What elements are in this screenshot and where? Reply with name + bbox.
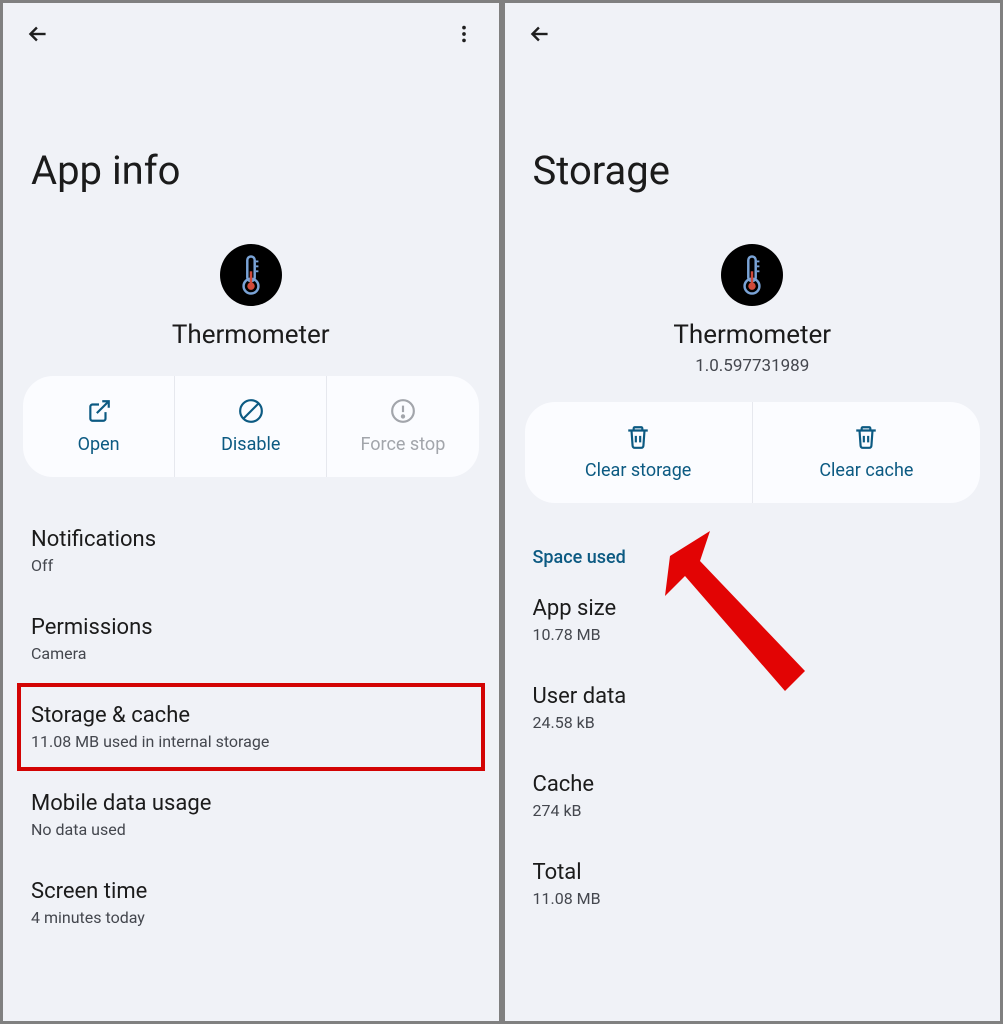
item-subtitle: 274 kB [533,801,973,820]
item-subtitle: 10.78 MB [533,625,973,644]
app-name: Thermometer [673,320,831,350]
item-title: Total [533,860,973,885]
item-title: Notifications [31,527,471,552]
item-subtitle: 11.08 MB [533,889,973,908]
section-label: Space used [505,533,1001,576]
app-header: Thermometer 1.0.597731989 [505,244,1001,376]
topbar [3,3,499,57]
item-title: Cache [533,772,973,797]
item-title: App size [533,596,973,621]
open-label: Open [78,434,120,455]
force-stop-label: Force stop [361,434,446,455]
open-button[interactable]: Open [23,376,174,477]
item-subtitle: 24.58 kB [533,713,973,732]
page-title: Storage [505,57,1001,214]
back-arrow-icon[interactable] [25,21,51,47]
screen-time-item[interactable]: Screen time 4 minutes today [31,859,471,947]
notifications-item[interactable]: Notifications Off [31,507,471,595]
action-row: Clear storage Clear cache [525,402,981,503]
item-title: Storage & cache [31,703,471,728]
clear-cache-button[interactable]: Clear cache [752,402,980,503]
app-info-panel: App info Thermometer Open Disable Force … [0,0,502,1024]
topbar [505,3,1001,57]
item-subtitle: Off [31,556,471,575]
settings-list: Notifications Off Permissions Camera Sto… [3,507,499,947]
permissions-item[interactable]: Permissions Camera [31,595,471,683]
item-title: Screen time [31,879,471,904]
storage-cache-item[interactable]: Storage & cache 11.08 MB used in interna… [17,683,485,771]
action-row: Open Disable Force stop [23,376,479,477]
thermometer-app-icon [220,244,282,306]
app-version: 1.0.597731989 [695,356,809,376]
item-subtitle: 11.08 MB used in internal storage [31,732,471,751]
page-title: App info [3,57,499,214]
back-arrow-icon[interactable] [527,21,553,47]
more-options-icon[interactable] [451,21,477,47]
force-stop-button: Force stop [326,376,478,477]
storage-list: App size 10.78 MB User data 24.58 kB Cac… [505,576,1001,928]
disable-label: Disable [221,434,280,455]
clear-storage-label: Clear storage [585,460,691,481]
mobile-data-item[interactable]: Mobile data usage No data used [31,771,471,859]
cache-item: Cache 274 kB [533,752,973,840]
item-title: Permissions [31,615,471,640]
item-title: Mobile data usage [31,791,471,816]
app-name: Thermometer [172,320,330,350]
item-subtitle: No data used [31,820,471,839]
thermometer-app-icon [721,244,783,306]
total-item: Total 11.08 MB [533,840,973,928]
item-subtitle: Camera [31,644,471,663]
item-subtitle: 4 minutes today [31,908,471,927]
clear-storage-button[interactable]: Clear storage [525,402,752,503]
storage-panel: Storage Thermometer 1.0.597731989 Clear … [502,0,1003,1024]
app-header: Thermometer [3,244,499,350]
clear-cache-label: Clear cache [819,460,913,481]
disable-button[interactable]: Disable [174,376,326,477]
app-size-item: App size 10.78 MB [533,576,973,664]
user-data-item: User data 24.58 kB [533,664,973,752]
item-title: User data [533,684,973,709]
